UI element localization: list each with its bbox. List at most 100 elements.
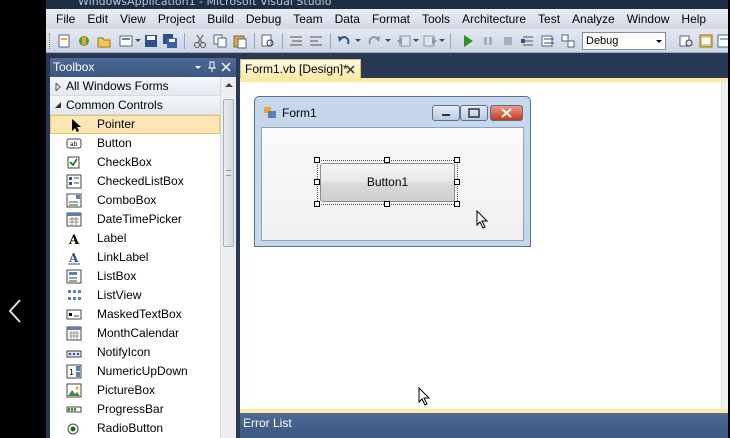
close-icon[interactable] <box>345 64 356 75</box>
navigate-forward-icon[interactable] <box>422 33 438 49</box>
toolbox-item-monthcalendar[interactable]: MonthCalendar <box>50 324 220 343</box>
menu-data[interactable]: Data <box>329 9 366 29</box>
toolbox-item-combobox[interactable]: ComboBox <box>50 191 220 210</box>
scrollbar-thumb[interactable] <box>223 99 234 247</box>
menu-test[interactable]: Test <box>532 9 566 29</box>
resize-handle[interactable] <box>454 201 460 207</box>
menu-window[interactable]: Window <box>621 9 676 29</box>
save-all-icon[interactable] <box>162 33 178 49</box>
designer-scrollbar[interactable] <box>721 82 728 409</box>
menu-help[interactable]: Help <box>675 9 712 29</box>
toolbox-item-linklabel[interactable]: A LinkLabel <box>50 248 220 267</box>
error-list-panel-header[interactable]: Error List <box>240 413 728 438</box>
add-existing-icon[interactable] <box>118 33 134 49</box>
toolbox-item-maskedtextbox[interactable]: MaskedTextBox <box>50 305 220 324</box>
navigate-forward-dropdown[interactable] <box>439 39 445 42</box>
solution-configuration-select[interactable]: Debug <box>582 32 666 50</box>
toolbox-item-checkedlistbox[interactable]: CheckedListBox <box>50 172 220 191</box>
resize-handle[interactable] <box>314 201 320 207</box>
form-designer-surface[interactable]: Form1 Button1 <box>240 82 728 409</box>
add-item-icon[interactable] <box>76 33 92 49</box>
toolbox-item-listbox[interactable]: ListBox <box>50 267 220 286</box>
stop-debugging-icon[interactable] <box>500 33 516 49</box>
redo-dropdown[interactable] <box>385 39 391 42</box>
resize-handle[interactable] <box>454 179 460 185</box>
toolbar-grip[interactable] <box>49 33 52 49</box>
menu-team[interactable]: Team <box>287 9 328 29</box>
toolbox-item-checkbox[interactable]: CheckBox <box>50 153 220 172</box>
toolbox-group-all-windows-forms[interactable]: All Windows Forms <box>50 77 220 96</box>
toolbox-item-button[interactable]: ab Button <box>50 134 220 153</box>
window-position-dropdown-icon[interactable] <box>192 61 204 73</box>
pointer-icon <box>72 119 81 132</box>
resize-handle[interactable] <box>454 157 460 163</box>
resize-handle[interactable] <box>384 201 390 207</box>
form-close-button[interactable] <box>490 105 523 121</box>
toolbox-title: Toolbox <box>53 60 95 74</box>
open-file-icon[interactable] <box>96 33 112 49</box>
menu-project[interactable]: Project <box>152 9 201 29</box>
navigate-backward-dropdown[interactable] <box>413 39 419 42</box>
toolbox-item-listview[interactable]: ListView <box>50 286 220 305</box>
form-maximize-button[interactable] <box>460 105 488 121</box>
menu-format[interactable]: Format <box>366 9 416 29</box>
menu-edit[interactable]: Edit <box>81 9 114 29</box>
new-project-icon[interactable] <box>56 33 72 49</box>
toolbox-item-picturebox[interactable]: PictureBox <box>50 381 220 400</box>
toolbox-item-progressbar[interactable]: ProgressBar <box>50 400 220 419</box>
close-icon[interactable] <box>220 61 232 73</box>
toolbox-item-notifyicon[interactable]: NotifyIcon <box>50 343 220 362</box>
toolbox-item-pointer[interactable]: Pointer <box>50 115 220 134</box>
form1-window[interactable]: Form1 Button1 <box>254 96 531 247</box>
step-into-icon[interactable] <box>520 33 536 49</box>
toolbox-group-common-controls[interactable]: Common Controls <box>50 96 220 115</box>
toolbox-item-label[interactable]: A Label <box>50 229 220 248</box>
step-out-icon[interactable] <box>560 33 576 49</box>
toolbox-header[interactable]: Toolbox <box>50 58 236 77</box>
toolbox-item-numericupdown[interactable]: 1 NumericUpDown <box>50 362 220 381</box>
redo-icon[interactable] <box>366 33 382 49</box>
find-icon[interactable] <box>260 33 276 49</box>
toolbox-item-label: LinkLabel <box>97 250 149 264</box>
menu-debug[interactable]: Debug <box>240 9 287 29</box>
resize-handle[interactable] <box>314 179 320 185</box>
copy-icon[interactable] <box>212 33 228 49</box>
properties-window-icon[interactable] <box>716 33 728 49</box>
label-icon: A <box>68 233 80 246</box>
toolbox-item-label: MaskedTextBox <box>97 307 182 321</box>
start-debugging-icon[interactable] <box>460 33 476 49</box>
tab-form1-design[interactable]: Form1.vb [Design]* <box>240 59 361 79</box>
undo-icon[interactable] <box>336 33 352 49</box>
chevron-left-icon[interactable] <box>6 296 26 326</box>
navigate-backward-icon[interactable] <box>396 33 412 49</box>
toolbox-item-radiobutton[interactable]: RadioButton <box>50 419 220 438</box>
cut-icon[interactable] <box>192 33 208 49</box>
add-existing-dropdown[interactable] <box>135 39 141 42</box>
resize-handle[interactable] <box>384 157 390 163</box>
comment-icon[interactable] <box>288 33 304 49</box>
undo-dropdown[interactable] <box>355 39 361 42</box>
form-icon <box>264 107 276 118</box>
resize-handle[interactable] <box>314 157 320 163</box>
listview-icon <box>68 290 81 300</box>
find-in-files-icon[interactable] <box>678 33 694 49</box>
break-all-icon[interactable] <box>480 33 496 49</box>
step-over-icon[interactable] <box>540 33 556 49</box>
menu-architecture[interactable]: Architecture <box>456 9 532 29</box>
menu-file[interactable]: File <box>50 9 81 29</box>
form-minimize-button[interactable] <box>432 105 460 121</box>
uncomment-icon[interactable] <box>308 33 324 49</box>
toolbox-item-label: ProgressBar <box>97 402 164 416</box>
paste-icon[interactable] <box>232 33 248 49</box>
auto-hide-pin-icon[interactable] <box>206 61 218 73</box>
button1-control[interactable]: Button1 <box>320 163 455 202</box>
save-icon[interactable] <box>143 33 159 49</box>
menu-tools[interactable]: Tools <box>416 9 456 29</box>
toolbox-scrollbar[interactable] <box>220 77 236 438</box>
toolbox-item-datetimepicker[interactable]: DateTimePicker <box>50 210 220 229</box>
scroll-up-arrow-icon[interactable] <box>225 83 233 87</box>
menu-view[interactable]: View <box>114 9 152 29</box>
menu-build[interactable]: Build <box>201 9 240 29</box>
solution-explorer-icon[interactable] <box>698 33 714 49</box>
menu-analyze[interactable]: Analyze <box>566 9 621 29</box>
